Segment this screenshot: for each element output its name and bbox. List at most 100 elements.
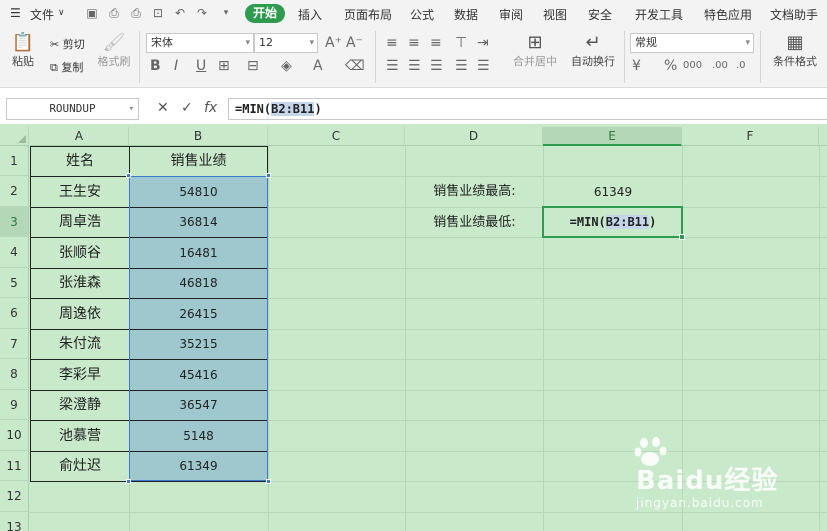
confirm-icon[interactable]: ✓ <box>181 100 193 116</box>
cancel-icon[interactable]: ✕ <box>157 100 169 116</box>
name-box[interactable]: ROUNDUP ▾ <box>6 98 139 120</box>
sales-cell[interactable]: 36814 <box>130 208 267 237</box>
tab-insert[interactable]: 插入 <box>298 6 322 23</box>
name-cell[interactable]: 朱付流 <box>31 330 129 359</box>
align-center-icon[interactable]: ☰ <box>408 58 421 74</box>
name-cell[interactable]: 周卓浩 <box>31 208 129 237</box>
tab-doc-assistant[interactable]: 文档助手 <box>770 6 818 23</box>
print-icon[interactable]: ⎙ <box>129 6 143 20</box>
increase-decimal-icon[interactable]: .00 <box>712 58 728 74</box>
header-name-cell[interactable]: 姓名 <box>31 147 129 176</box>
row-header[interactable]: 3 <box>0 207 29 237</box>
sales-cell[interactable]: 45416 <box>130 360 267 390</box>
formula-input[interactable]: =MIN(B2:B11) <box>228 98 827 120</box>
column-header-e[interactable]: E <box>543 127 682 146</box>
column-header-b[interactable]: B <box>129 127 268 146</box>
sales-cell[interactable]: 35215 <box>130 330 267 359</box>
fill-color-icon[interactable]: ◈ <box>281 58 292 74</box>
column-header-g[interactable] <box>819 127 827 146</box>
font-color-icon[interactable]: A <box>313 58 323 74</box>
name-cell[interactable]: 俞灶迟 <box>31 452 129 481</box>
row-header[interactable]: 12 <box>0 481 29 512</box>
orientation-icon[interactable]: ⊤ <box>455 35 467 51</box>
sales-cell[interactable]: 26415 <box>130 299 267 329</box>
sales-cell[interactable]: 36547 <box>130 391 267 420</box>
row-header[interactable]: 13 <box>0 512 29 531</box>
sales-cell[interactable]: 16481 <box>130 238 267 268</box>
row-header[interactable]: 4 <box>0 237 29 268</box>
column-header-a[interactable]: A <box>30 127 129 146</box>
header-sales-cell[interactable]: 销售业绩 <box>130 147 267 176</box>
export-pdf-icon[interactable]: ⎙ <box>107 6 121 20</box>
copy-button[interactable]: ⧉ 复制 <box>50 59 83 75</box>
decrease-font-icon[interactable]: A⁻ <box>346 35 363 51</box>
row-header[interactable]: 5 <box>0 268 29 298</box>
name-cell[interactable]: 张淮森 <box>31 269 129 298</box>
thousands-separator-icon[interactable]: 000 <box>683 58 702 74</box>
select-all-corner[interactable] <box>0 127 29 146</box>
justify-icon[interactable]: ☰ <box>455 58 468 74</box>
row-header[interactable]: 6 <box>0 298 29 329</box>
decrease-decimal-icon[interactable]: .0 <box>736 58 746 74</box>
name-cell[interactable]: 王生安 <box>31 177 129 207</box>
italic-icon[interactable]: I <box>174 58 178 74</box>
row-header[interactable]: 9 <box>0 390 29 420</box>
tab-review[interactable]: 审阅 <box>499 6 523 23</box>
tab-view[interactable]: 视图 <box>543 6 567 23</box>
sales-cell[interactable]: 46818 <box>130 269 267 298</box>
file-menu[interactable]: 文件 <box>30 6 54 23</box>
insert-function-icon[interactable]: fx <box>204 100 217 116</box>
tab-page-layout[interactable]: 页面布局 <box>344 6 392 23</box>
name-cell[interactable]: 周逸依 <box>31 299 129 329</box>
column-header-d[interactable]: D <box>405 127 543 146</box>
column-header-f[interactable]: F <box>682 127 819 146</box>
underline-icon[interactable]: U <box>196 58 206 74</box>
align-left-icon[interactable]: ☰ <box>386 58 399 74</box>
name-cell[interactable]: 张顺谷 <box>31 238 129 268</box>
name-cell[interactable]: 池慕营 <box>31 421 129 451</box>
font-size-select[interactable]: 12 ▾ <box>254 33 318 53</box>
min-label-cell[interactable]: 销售业绩最低: <box>406 208 543 237</box>
font-name-select[interactable]: 宋体 ▾ <box>146 33 254 53</box>
align-bottom-icon[interactable]: ≡ <box>430 35 442 51</box>
save-icon[interactable]: ▣ <box>85 6 99 20</box>
fill-handle[interactable] <box>679 234 685 240</box>
row-header[interactable]: 8 <box>0 359 29 390</box>
sales-cell[interactable]: 61349 <box>130 452 267 481</box>
tab-special-apps[interactable]: 特色应用 <box>704 6 752 23</box>
wrap-text-button[interactable]: ↵ 自动换行 <box>568 31 618 69</box>
name-cell[interactable]: 李彩早 <box>31 360 129 390</box>
redo-icon[interactable]: ↷ <box>195 6 209 20</box>
percent-icon[interactable]: % <box>664 58 677 74</box>
paste-button[interactable]: 📋 粘贴 <box>6 31 40 69</box>
sales-cell[interactable]: 5148 <box>130 421 267 451</box>
tab-home[interactable]: 开始 <box>245 4 286 23</box>
align-right-icon[interactable]: ☰ <box>430 58 443 74</box>
merge-style-icon[interactable]: ⊟ <box>247 58 259 74</box>
conditional-format-button[interactable]: ▦ 条件格式 <box>766 31 824 69</box>
max-value-cell[interactable]: 61349 <box>544 177 682 207</box>
column-header-c[interactable]: C <box>268 127 405 146</box>
chevron-down-icon[interactable]: ∨ <box>58 8 65 18</box>
max-label-cell[interactable]: 销售业绩最高: <box>406 177 543 207</box>
align-middle-icon[interactable]: ≡ <box>408 35 420 51</box>
name-cell[interactable]: 梁澄静 <box>31 391 129 420</box>
eraser-icon[interactable]: ⌫ <box>345 58 365 74</box>
undo-icon[interactable]: ↶ <box>173 6 187 20</box>
tab-developer[interactable]: 开发工具 <box>635 6 683 23</box>
tab-formulas[interactable]: 公式 <box>410 6 434 23</box>
hamburger-menu-icon[interactable]: ☰ <box>10 6 21 20</box>
format-painter-button[interactable]: 🖌 格式刷 <box>96 31 132 69</box>
tab-data[interactable]: 数据 <box>454 6 478 23</box>
bold-icon[interactable]: B <box>150 58 161 74</box>
border-icon[interactable]: ⊞ <box>218 58 230 74</box>
row-header[interactable]: 10 <box>0 420 29 451</box>
tab-security[interactable]: 安全 <box>588 6 612 23</box>
merge-center-button[interactable]: ⊞ 合并居中 <box>506 31 564 69</box>
row-header[interactable]: 2 <box>0 176 29 207</box>
increase-font-icon[interactable]: A⁺ <box>325 35 342 51</box>
distributed-icon[interactable]: ☰ <box>477 58 490 74</box>
align-top-icon[interactable]: ≡ <box>386 35 398 51</box>
print-preview-icon[interactable]: ⊡ <box>151 6 165 20</box>
customize-toolbar-icon[interactable]: ▾ <box>219 6 233 20</box>
